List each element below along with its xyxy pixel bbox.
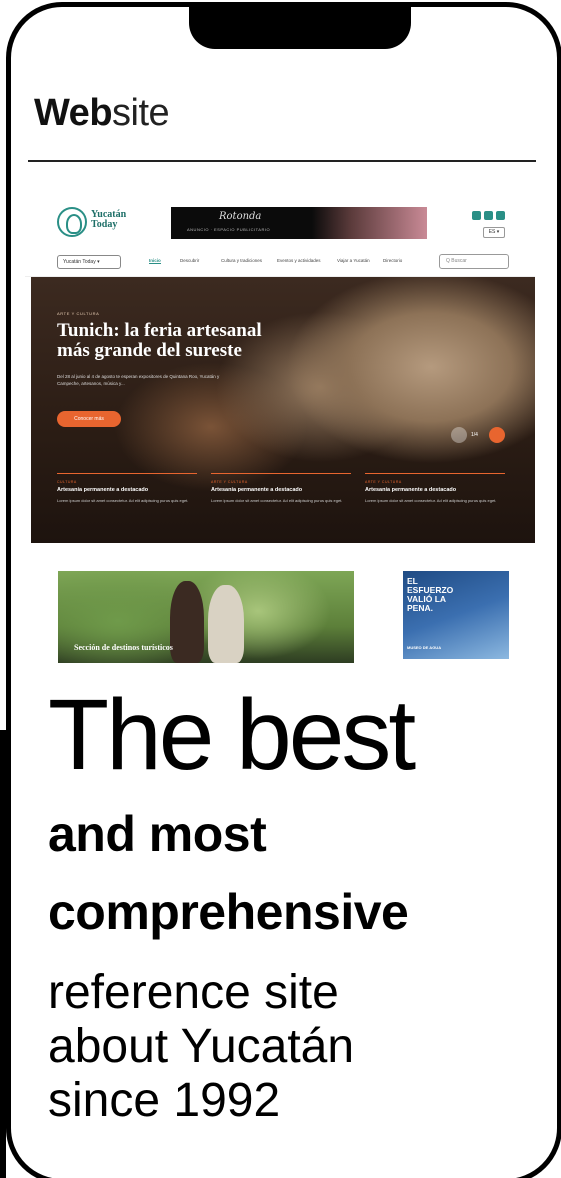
tagline-sub1: and most bbox=[48, 806, 267, 862]
nav-item-viajar[interactable]: Viajar a Yucatán bbox=[337, 258, 370, 263]
youtube-icon[interactable] bbox=[496, 211, 505, 220]
ad-footer: MUSEO DE AGUA bbox=[407, 645, 442, 650]
nav-item-eventos[interactable]: Eventos y actividades bbox=[277, 258, 321, 263]
banner-script: Rotonda bbox=[219, 211, 262, 222]
instagram-icon[interactable] bbox=[484, 211, 493, 220]
promo-label: Sección de destinos turísticos bbox=[74, 643, 173, 652]
hero-slider: ARTE Y CULTURA Tunich: la feria artesana… bbox=[31, 277, 535, 543]
card-title: Artesanía permanente a destacado bbox=[57, 487, 149, 493]
person-image bbox=[170, 581, 204, 663]
tagline-sub2: comprehensive bbox=[48, 884, 409, 940]
destinations-promo[interactable]: Sección de destinos turísticos bbox=[58, 571, 354, 663]
featured-card[interactable]: CULTURA Artesanía permanente a destacado… bbox=[57, 473, 197, 504]
logo-line2: Today bbox=[91, 219, 118, 230]
card-text: Lorem ipsum dolor sit amet consectetur. … bbox=[211, 498, 343, 503]
slider-counter: 1/4 bbox=[471, 432, 478, 438]
nav-item-directorio[interactable]: Directorio bbox=[383, 258, 402, 263]
nav-item-cultura[interactable]: Cultura y tradiciones bbox=[221, 258, 262, 263]
language-select[interactable]: ES ▾ bbox=[483, 227, 505, 238]
banner-subtext: ANUNCIO · ESPACIO PUBLICITARIO bbox=[187, 227, 271, 232]
search-input[interactable]: Q Buscar bbox=[439, 254, 509, 269]
divider bbox=[28, 160, 536, 162]
site-header: Yucatán Today Rotonda ANUNCIO · ESPACIO … bbox=[25, 195, 535, 247]
edition-select[interactable]: Yucatán Today ▾ bbox=[57, 255, 121, 269]
card-rule bbox=[365, 473, 505, 474]
nav-item-inicio[interactable]: Inicio bbox=[149, 258, 161, 264]
side-ad[interactable]: EL ESFUERZO VALIÓ LA PENA. MUSEO DE AGUA bbox=[403, 571, 509, 659]
card-kicker: CULTURA bbox=[57, 480, 77, 484]
person-image bbox=[208, 585, 244, 663]
card-kicker: ARTE Y CULTURA bbox=[211, 480, 248, 484]
website-preview: Yucatán Today Rotonda ANUNCIO · ESPACIO … bbox=[25, 195, 535, 545]
card-kicker: ARTE Y CULTURA bbox=[365, 480, 402, 484]
phone-notch bbox=[189, 7, 411, 49]
card-title: Artesanía permanente a destacado bbox=[211, 487, 303, 493]
hero-title[interactable]: Tunich: la feria artesanal más grande de… bbox=[57, 321, 297, 361]
tagline-headline: The best bbox=[48, 679, 416, 791]
yucatan-today-logo-icon[interactable] bbox=[57, 207, 87, 237]
featured-card[interactable]: ARTE Y CULTURA Artesanía permanente a de… bbox=[211, 473, 351, 504]
ad-banner[interactable]: Rotonda ANUNCIO · ESPACIO PUBLICITARIO bbox=[171, 207, 427, 239]
section-title-bold: Web bbox=[34, 92, 113, 134]
site-logo-text[interactable]: Yucatán Today bbox=[91, 210, 141, 230]
tagline-line1: reference site bbox=[48, 966, 339, 1019]
slider-next-button[interactable] bbox=[489, 427, 505, 443]
card-text: Lorem ipsum dolor sit amet consectetur. … bbox=[57, 498, 189, 503]
hero-cta-button[interactable]: Conocer más bbox=[57, 411, 121, 427]
card-rule bbox=[211, 473, 351, 474]
section-title-light: site bbox=[112, 92, 170, 134]
hero-description: Del 28 al junio al 4 de agosto te espera… bbox=[57, 374, 220, 386]
tagline-line3: since 1992 bbox=[48, 1074, 281, 1127]
section-title: Website bbox=[34, 92, 170, 135]
slider-prev-button[interactable] bbox=[451, 427, 467, 443]
hero-tag: ARTE Y CULTURA bbox=[57, 311, 100, 316]
facebook-icon[interactable] bbox=[472, 211, 481, 220]
site-nav: Yucatán Today ▾ Inicio Descubrir Cultura… bbox=[25, 247, 535, 277]
card-text: Lorem ipsum dolor sit amet consectetur. … bbox=[365, 498, 497, 503]
card-rule bbox=[57, 473, 197, 474]
tagline-line2: about Yucatán bbox=[48, 1020, 355, 1073]
featured-card[interactable]: ARTE Y CULTURA Artesanía permanente a de… bbox=[365, 473, 505, 504]
nav-item-descubrir[interactable]: Descubrir bbox=[180, 258, 199, 263]
card-title: Artesanía permanente a destacado bbox=[365, 487, 457, 493]
ad-headline: EL ESFUERZO VALIÓ LA PENA. bbox=[407, 576, 454, 613]
